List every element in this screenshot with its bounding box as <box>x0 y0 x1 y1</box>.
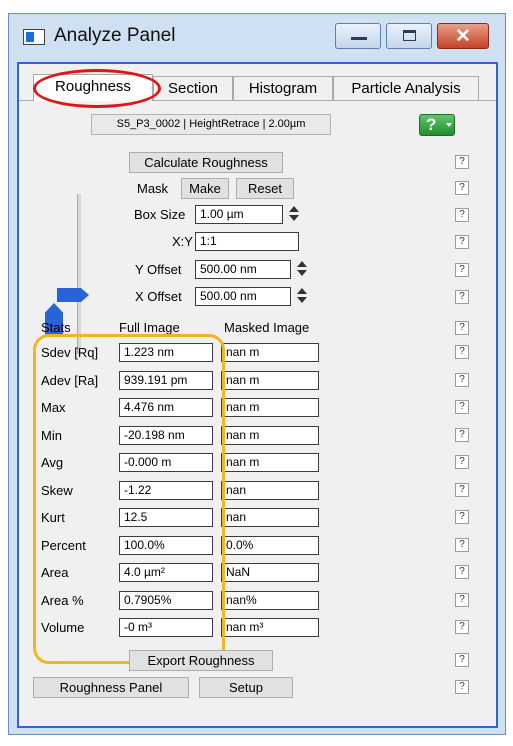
roughness-panel-button[interactable]: Roughness Panel <box>33 677 189 698</box>
y-offset-slider-track[interactable] <box>77 194 81 354</box>
full-image-value: -0 m³ <box>119 618 213 637</box>
help-menu-button[interactable]: ? <box>419 114 455 136</box>
x-offset-stepper-icon[interactable] <box>297 288 307 304</box>
y-offset-stepper-icon[interactable] <box>297 261 307 277</box>
y-offset-slider-thumb[interactable] <box>57 288 89 302</box>
export-roughness-button[interactable]: Export Roughness <box>129 650 273 671</box>
help-icon[interactable]: ? <box>455 345 469 359</box>
help-icon[interactable]: ? <box>455 593 469 607</box>
full-image-value: 4.0 µm² <box>119 563 213 582</box>
help-icon[interactable]: ? <box>455 155 469 169</box>
stats-header: Stats <box>41 320 71 335</box>
tab-section[interactable]: Section <box>153 76 233 100</box>
full-image-value: 939.191 pm <box>119 371 213 390</box>
x-offset-label: X Offset <box>135 289 182 304</box>
masked-image-value: nan m <box>221 343 319 362</box>
tab-roughness[interactable]: Roughness <box>33 74 153 101</box>
mask-label: Mask <box>137 181 169 196</box>
panel-content: Roughness Section Histogram Particle Ana… <box>17 62 498 728</box>
masked-image-value: nan <box>221 508 319 527</box>
box-size-stepper-icon[interactable] <box>289 206 299 222</box>
x-offset-field[interactable]: 500.00 nm <box>195 287 291 306</box>
title-bar[interactable]: Analyze Panel ✕ <box>9 14 505 58</box>
masked-image-value: NaN <box>221 563 319 582</box>
help-icon[interactable]: ? <box>455 321 469 335</box>
full-image-value: -1.22 <box>119 481 213 500</box>
stat-label: Avg <box>41 455 64 470</box>
masked-image-header: Masked Image <box>224 320 310 335</box>
maximize-button[interactable] <box>386 23 432 49</box>
full-image-value: -0.000 m <box>119 453 213 472</box>
help-icon[interactable]: ? <box>455 510 469 524</box>
help-icon[interactable]: ? <box>455 680 469 694</box>
minimize-icon <box>351 37 367 40</box>
minimize-button[interactable] <box>335 23 381 49</box>
calculate-roughness-button[interactable]: Calculate Roughness <box>129 152 283 173</box>
stat-label: Min <box>41 428 62 443</box>
full-image-header: Full Image <box>119 320 180 335</box>
full-image-value: -20.198 nm <box>119 426 213 445</box>
app-icon <box>23 29 45 45</box>
masked-image-value: 0.0% <box>221 536 319 555</box>
maximize-icon <box>403 30 416 41</box>
y-offset-label: Y Offset <box>135 262 182 277</box>
image-info-label: S5_P3_0002 | HeightRetrace | 2.00µm <box>91 114 331 135</box>
help-icon[interactable]: ? <box>455 483 469 497</box>
help-icon[interactable]: ? <box>455 181 469 195</box>
stat-label: Sdev [Rq] <box>41 345 99 360</box>
full-image-value: 4.476 nm <box>119 398 213 417</box>
mask-reset-button[interactable]: Reset <box>236 178 294 199</box>
stat-label: Volume <box>41 620 85 635</box>
help-icon[interactable]: ? <box>455 208 469 222</box>
help-icon[interactable]: ? <box>455 263 469 277</box>
dropdown-arrow-icon <box>446 123 452 127</box>
help-icon[interactable]: ? <box>455 400 469 414</box>
stat-label: Skew <box>41 483 73 498</box>
help-icon[interactable]: ? <box>455 373 469 387</box>
full-image-value: 1.223 nm <box>119 343 213 362</box>
help-icon[interactable]: ? <box>455 455 469 469</box>
y-offset-field[interactable]: 500.00 nm <box>195 260 291 279</box>
help-icon[interactable]: ? <box>455 235 469 249</box>
close-icon: ✕ <box>455 26 471 47</box>
full-image-value: 0.7905% <box>119 591 213 610</box>
close-button[interactable]: ✕ <box>437 23 489 49</box>
stat-label: Kurt <box>41 510 65 525</box>
tab-histogram[interactable]: Histogram <box>233 76 333 100</box>
help-icon[interactable]: ? <box>455 653 469 667</box>
tab-particle-analysis[interactable]: Particle Analysis <box>333 76 479 100</box>
setup-button[interactable]: Setup <box>199 677 293 698</box>
help-icon[interactable]: ? <box>455 428 469 442</box>
masked-image-value: nan m <box>221 453 319 472</box>
masked-image-value: nan% <box>221 591 319 610</box>
stat-label: Max <box>41 400 66 415</box>
help-icon: ? <box>426 115 437 134</box>
full-image-value: 12.5 <box>119 508 213 527</box>
stat-label: Area <box>41 565 69 580</box>
stat-label: Adev [Ra] <box>41 373 99 388</box>
help-icon[interactable]: ? <box>455 620 469 634</box>
stat-label: Percent <box>41 538 86 553</box>
stat-label: Area % <box>41 593 84 608</box>
xy-ratio-field[interactable]: 1:1 <box>195 232 299 251</box>
box-size-field[interactable]: 1.00 µm <box>195 205 283 224</box>
xy-label: X:Y <box>172 234 193 249</box>
window-title: Analyze Panel <box>54 25 176 46</box>
masked-image-value: nan m <box>221 371 319 390</box>
help-icon[interactable]: ? <box>455 290 469 304</box>
box-size-label: Box Size <box>134 207 186 222</box>
masked-image-value: nan m <box>221 426 319 445</box>
masked-image-value: nan <box>221 481 319 500</box>
full-image-value: 100.0% <box>119 536 213 555</box>
masked-image-value: nan m <box>221 398 319 417</box>
help-icon[interactable]: ? <box>455 565 469 579</box>
masked-image-value: nan m³ <box>221 618 319 637</box>
mask-make-button[interactable]: Make <box>181 178 229 199</box>
analyze-panel-window: Analyze Panel ✕ Roughness Section Histog… <box>8 13 506 735</box>
help-icon[interactable]: ? <box>455 538 469 552</box>
